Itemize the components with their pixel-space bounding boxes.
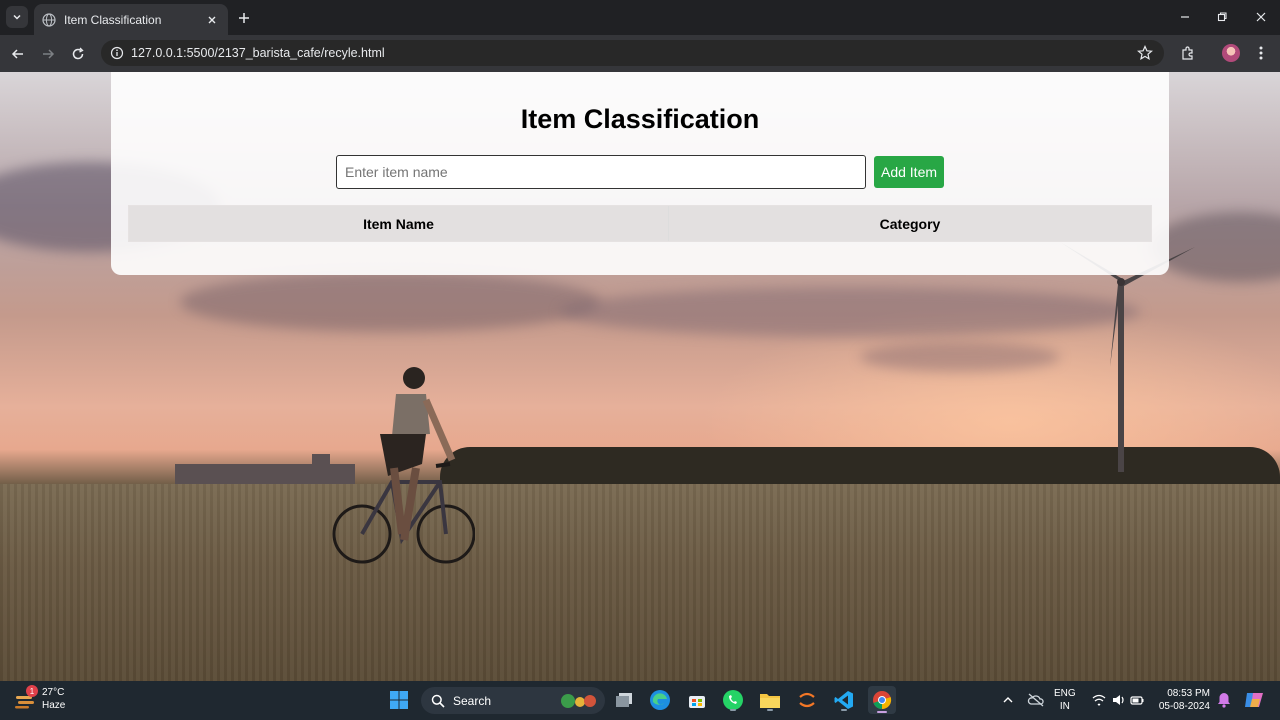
weather-temperature: 27°C — [42, 687, 65, 698]
reload-icon — [72, 47, 84, 60]
restore-button[interactable] — [1211, 6, 1233, 28]
site-info-button[interactable] — [109, 45, 125, 61]
clock[interactable]: 08:53 PM 05-08-2024 — [1158, 687, 1210, 713]
search-label: Search — [453, 693, 492, 708]
chevron-up-icon — [1003, 697, 1013, 703]
column-header-item-name: Item Name — [129, 206, 669, 241]
copilot-icon — [1245, 693, 1263, 707]
folder-icon — [760, 694, 780, 708]
back-button[interactable] — [6, 42, 30, 66]
background-field — [0, 484, 1280, 681]
plus-icon — [239, 13, 249, 23]
avatar — [1222, 44, 1240, 62]
clock-date: 05-08-2024 — [1158, 701, 1210, 712]
globe-icon — [42, 12, 56, 27]
vscode-icon — [834, 691, 853, 709]
reload-button[interactable] — [66, 42, 90, 66]
taskbar-app-chrome[interactable] — [868, 686, 896, 714]
tab-title: Item Classification — [64, 12, 162, 27]
region-label: IN — [1059, 701, 1070, 712]
items-table: Item Name Category — [128, 205, 1152, 242]
address-bar[interactable]: 127.0.0.1:5500/2137_barista_cafe/recyle.… — [101, 40, 1164, 66]
add-item-button[interactable]: Add Item — [874, 156, 944, 188]
bookmark-button[interactable] — [1136, 44, 1154, 62]
close-icon — [208, 16, 216, 23]
more-icon — [1259, 46, 1263, 60]
back-icon — [11, 49, 23, 59]
weather-notification-badge: 1 — [26, 685, 38, 697]
background-cloud — [180, 272, 600, 332]
taskbar-app-jupyter[interactable] — [795, 688, 819, 712]
search-highlight-icon — [561, 693, 596, 708]
jupyter-icon — [799, 692, 815, 708]
quick-settings-button[interactable] — [1088, 688, 1148, 712]
minimize-button[interactable] — [1174, 6, 1196, 28]
language-indicator[interactable]: ENG IN — [1054, 687, 1076, 713]
weather-description: Haze — [42, 700, 66, 711]
chevron-down-icon — [13, 14, 21, 20]
info-icon — [110, 46, 124, 60]
show-hidden-icons-button[interactable] — [996, 688, 1020, 712]
store-icon — [689, 696, 705, 708]
language-label: ENG — [1054, 688, 1076, 699]
new-tab-button[interactable] — [234, 8, 254, 28]
tab-search-button[interactable] — [6, 6, 28, 28]
task-view-icon — [616, 693, 632, 707]
weather-icon: 1 — [14, 685, 38, 710]
taskbar-app-store[interactable] — [685, 688, 709, 712]
extensions-icon — [1182, 46, 1193, 60]
column-header-category: Category — [879, 215, 941, 232]
page-title: Item Classification — [520, 104, 760, 134]
chrome-icon — [873, 691, 892, 710]
forward-button[interactable] — [36, 42, 60, 66]
search-icon — [431, 694, 445, 708]
bell-icon — [1218, 693, 1230, 708]
start-button[interactable] — [387, 688, 411, 712]
background-building — [312, 454, 330, 468]
tray-onedrive[interactable] — [1024, 688, 1048, 712]
browser-tab-bar: Item Classification — [0, 0, 1280, 35]
classification-card: Item Classification Add Item Item Name C… — [111, 72, 1169, 275]
page-viewport: Item Classification Add Item Item Name C… — [0, 72, 1280, 681]
network-volume-battery-icon — [1092, 694, 1144, 706]
weather-widget[interactable]: 1 27°C Haze — [14, 685, 66, 712]
extensions-button[interactable] — [1177, 42, 1199, 64]
star-icon — [1137, 45, 1153, 61]
forward-icon — [43, 49, 55, 59]
maximize-icon — [1217, 12, 1227, 22]
item-name-input[interactable] — [336, 155, 866, 189]
taskbar-app-vscode[interactable] — [832, 688, 856, 712]
window-close-button[interactable] — [1250, 6, 1272, 28]
minimize-icon — [1181, 16, 1189, 18]
url-text: 127.0.0.1:5500/2137_barista_cafe/recyle.… — [131, 46, 385, 60]
profile-button[interactable] — [1220, 42, 1242, 64]
browser-menu-button[interactable] — [1250, 42, 1272, 64]
notifications-button[interactable] — [1212, 688, 1236, 712]
whatsapp-icon — [723, 690, 743, 710]
taskbar-search-box[interactable]: Search — [421, 687, 605, 714]
tab-close-button[interactable] — [204, 12, 220, 28]
taskbar-app-edge[interactable] — [648, 688, 672, 712]
cyclist-image — [332, 367, 475, 564]
clock-time: 08:53 PM — [1167, 688, 1210, 699]
taskbar-app-whatsapp[interactable] — [721, 688, 745, 712]
browser-tab-active[interactable]: Item Classification — [34, 4, 228, 35]
close-icon — [1256, 12, 1266, 22]
cloud-off-icon — [1027, 693, 1044, 707]
edge-icon — [650, 690, 670, 710]
copilot-button[interactable] — [1242, 688, 1266, 712]
taskbar-app-file-explorer[interactable] — [758, 688, 782, 712]
task-view-button[interactable] — [612, 688, 636, 712]
windows-icon — [390, 691, 408, 709]
background-cloud — [860, 342, 1060, 372]
os-taskbar: 1 27°C Haze Search ENG IN 08:53 PM 05-08… — [0, 681, 1280, 720]
